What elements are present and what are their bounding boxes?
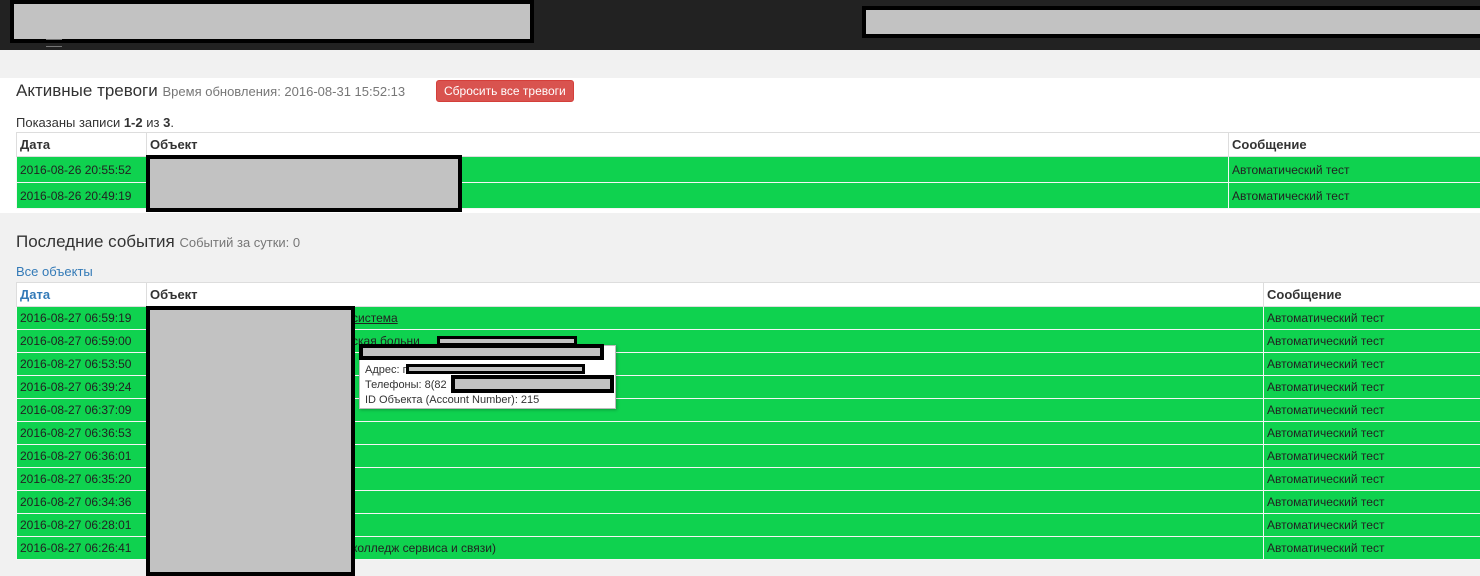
events-header-row: Дата Объект Сообщение xyxy=(17,283,1480,307)
alarm-message: Автоматический тест xyxy=(1229,157,1480,183)
event-message: Автоматический тест xyxy=(1264,468,1480,491)
event-date: 2016-08-27 06:37:09 xyxy=(17,399,147,422)
event-date: 2016-08-27 06:26:41 xyxy=(17,537,147,560)
event-date: 2016-08-27 06:35:20 xyxy=(17,468,147,491)
event-date: 2016-08-27 06:59:19 xyxy=(17,307,147,330)
summary-suffix: . xyxy=(170,115,174,130)
alarm-date: 2016-08-26 20:49:19 xyxy=(17,183,147,209)
column-header-date-sortable[interactable]: Дата xyxy=(17,283,147,307)
menu-icon[interactable] xyxy=(46,39,62,47)
update-time: Время обновления: 2016-08-31 15:52:13 xyxy=(163,84,406,99)
column-header-object: Объект xyxy=(147,133,1229,157)
event-message: Автоматический тест xyxy=(1264,330,1480,353)
event-message: Автоматический тест xyxy=(1264,399,1480,422)
event-message: Автоматический тест xyxy=(1264,491,1480,514)
sort-by-date-link[interactable]: Дата xyxy=(20,287,50,302)
event-date: 2016-08-27 06:34:36 xyxy=(17,491,147,514)
event-date: 2016-08-27 06:28:01 xyxy=(17,514,147,537)
events-per-day: Событий за сутки: 0 xyxy=(179,235,300,250)
summary-prefix: Показаны записи xyxy=(16,115,124,130)
event-object-link[interactable]: система xyxy=(352,311,398,325)
column-header-message: Сообщение xyxy=(1229,133,1480,157)
event-object-link[interactable]: колледж сервиса и связи) xyxy=(352,541,496,555)
summary-range: 1-2 xyxy=(124,115,143,130)
reset-all-alarms-button[interactable]: Сбросить все тревоги xyxy=(436,80,574,102)
alarm-message: Автоматический тест xyxy=(1229,183,1480,209)
redacted-user-info xyxy=(862,6,1480,38)
recent-events-title: Последние события xyxy=(16,232,175,251)
tooltip-account-id: ID Объекта (Account Number): 215 xyxy=(365,394,539,406)
redacted-tooltip-name xyxy=(359,344,604,360)
recent-events-heading: Последние события Событий за сутки: 0 xyxy=(16,232,300,252)
redacted-event-objects xyxy=(146,306,355,576)
redacted-tooltip-phones xyxy=(451,375,614,393)
event-date: 2016-08-27 06:36:53 xyxy=(17,422,147,445)
event-message: Автоматический тест xyxy=(1264,307,1480,330)
redacted-alarm-objects xyxy=(146,155,462,212)
redacted-tooltip-address xyxy=(406,364,585,374)
alarm-date: 2016-08-26 20:55:52 xyxy=(17,157,147,183)
alarms-header-row: Дата Объект Сообщение xyxy=(17,133,1480,157)
event-message: Автоматический тест xyxy=(1264,376,1480,399)
event-date: 2016-08-27 06:39:24 xyxy=(17,376,147,399)
event-message: Автоматический тест xyxy=(1264,353,1480,376)
column-header-date: Дата xyxy=(17,133,147,157)
records-summary: Показаны записи 1-2 из 3. xyxy=(16,115,174,130)
event-date: 2016-08-27 06:59:00 xyxy=(17,330,147,353)
event-message: Автоматический тест xyxy=(1264,514,1480,537)
tooltip-phones: Телефоны: 8(82 xyxy=(365,379,447,391)
event-message: Автоматический тест xyxy=(1264,422,1480,445)
tooltip-address: Адрес: г xyxy=(365,364,407,376)
active-alarms-heading: Активные тревоги Время обновления: 2016-… xyxy=(16,81,405,101)
column-header-message: Сообщение xyxy=(1264,283,1480,307)
event-date: 2016-08-27 06:53:50 xyxy=(17,353,147,376)
event-message: Автоматический тест xyxy=(1264,537,1480,560)
all-objects-link[interactable]: Все объекты xyxy=(16,264,93,279)
redacted-brand xyxy=(10,0,534,43)
active-alarms-title: Активные тревоги xyxy=(16,81,158,100)
column-header-object: Объект xyxy=(147,283,1264,307)
event-date: 2016-08-27 06:36:01 xyxy=(17,445,147,468)
event-message: Автоматический тест xyxy=(1264,445,1480,468)
summary-middle: из xyxy=(143,115,163,130)
page-header-strip xyxy=(2,50,1480,78)
